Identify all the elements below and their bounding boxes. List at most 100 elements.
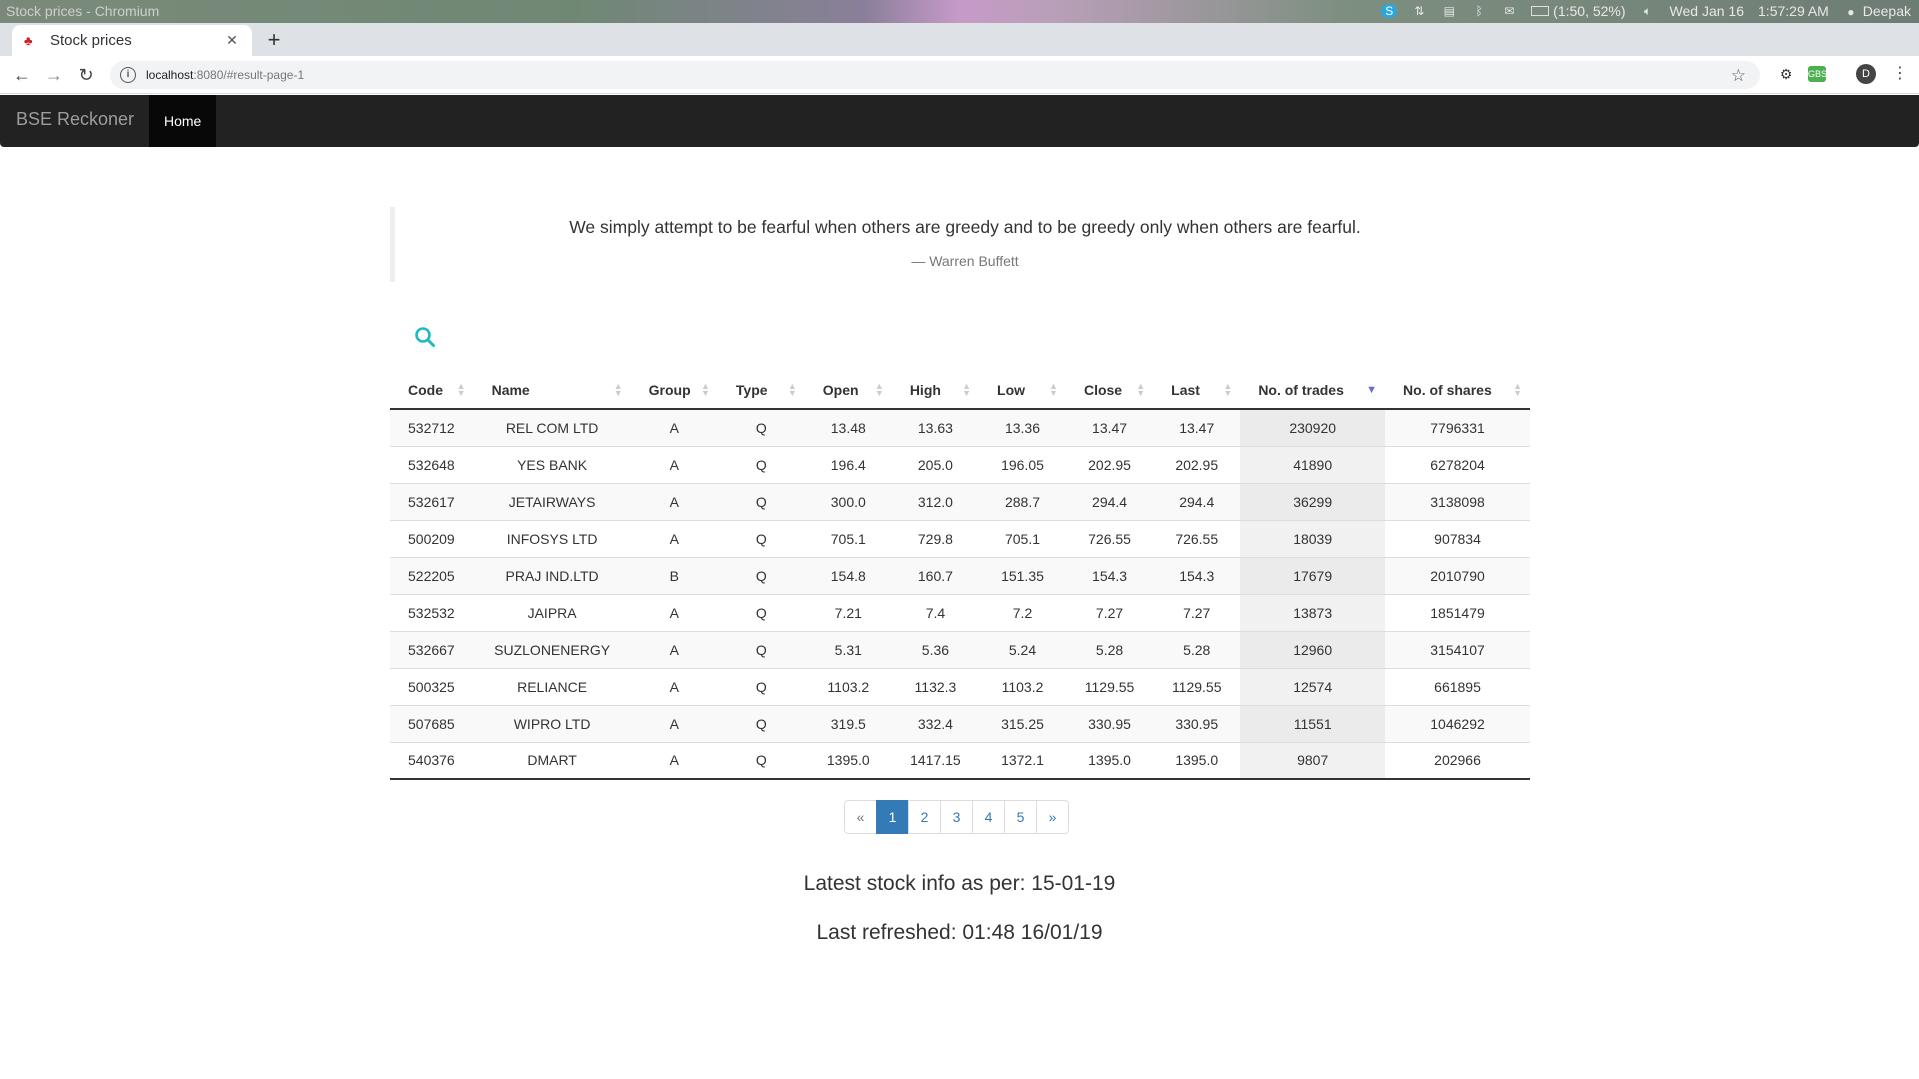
table-cell: A bbox=[630, 593, 718, 631]
column-header[interactable]: High ▲ ▼ bbox=[891, 371, 980, 410]
table-cell: 7.2 bbox=[979, 593, 1066, 631]
table-cell: 36299 bbox=[1240, 482, 1386, 520]
browser-tab[interactable]: ♣ Stock prices ✕ bbox=[12, 25, 252, 56]
network-icon[interactable]: ⇅ bbox=[1411, 4, 1427, 18]
column-header-label: Open bbox=[822, 381, 859, 398]
bookmark-star-icon[interactable]: ☆ bbox=[1731, 66, 1746, 86]
extension-icon[interactable]: ⚙ bbox=[1776, 64, 1796, 84]
column-header[interactable]: Group ▲ ▼ bbox=[630, 371, 718, 410]
table-cell: 7.27 bbox=[1065, 593, 1154, 631]
column-header-label: Close bbox=[1083, 381, 1123, 398]
column-header[interactable]: Open ▲ ▼ bbox=[804, 371, 892, 410]
column-header[interactable]: No. of trades ▼ bbox=[1240, 371, 1386, 410]
table-cell: A bbox=[630, 630, 718, 668]
table-cell: 1103.2 bbox=[804, 667, 892, 705]
table-cell: 12574 bbox=[1240, 667, 1386, 705]
table-cell: 500325 bbox=[390, 667, 474, 705]
pagination-page-2[interactable]: 2 bbox=[908, 800, 941, 834]
mail-icon[interactable]: ✉ bbox=[1501, 4, 1517, 18]
volume-icon[interactable]: 🔈︎ bbox=[1640, 4, 1656, 18]
column-header[interactable]: Type ▲ ▼ bbox=[717, 371, 805, 410]
pagination-page-3[interactable]: 3 bbox=[940, 800, 973, 834]
brand-link[interactable]: BSE Reckoner bbox=[16, 109, 134, 130]
sort-icon: ▲ ▼ bbox=[613, 381, 623, 398]
sort-icon: ▲ ▼ bbox=[700, 381, 710, 398]
clock-time[interactable]: 1:57:29 AM bbox=[1758, 3, 1829, 19]
table-cell: REL COM LTD bbox=[473, 408, 631, 446]
table-cell: 330.95 bbox=[1153, 704, 1241, 742]
table-cell: 7.4 bbox=[891, 593, 980, 631]
table-cell: 7.27 bbox=[1153, 593, 1241, 631]
gbs-extension-icon[interactable]: GBS bbox=[1808, 66, 1827, 82]
table-cell: 13.47 bbox=[1153, 408, 1241, 446]
battery-status[interactable]: (1:50, 52%) bbox=[1531, 3, 1626, 19]
pagination-page-1[interactable]: 1 bbox=[876, 800, 909, 834]
pagination-next[interactable]: » bbox=[1036, 800, 1069, 834]
sort-icon: ▲ ▼ bbox=[456, 381, 466, 398]
table-cell: 11551 bbox=[1240, 704, 1386, 742]
sort-icon: ▲ ▼ bbox=[1049, 381, 1058, 398]
sort-icon: ▲ ▼ bbox=[1513, 381, 1522, 398]
column-header-label: Low bbox=[997, 381, 1026, 398]
new-tab-button[interactable]: + bbox=[262, 29, 286, 51]
pagination-page-5[interactable]: 5 bbox=[1004, 800, 1037, 834]
table-row: 500209 INFOSYS LTD A Q 705.1 729.8 705.1 726.55… bbox=[390, 519, 1530, 557]
table-cell: YES BANK bbox=[473, 445, 631, 483]
table-cell: Q bbox=[717, 704, 805, 742]
address-bar[interactable]: i localhost:8080/#result-page-1 ☆ bbox=[110, 61, 1760, 89]
browser-menu-icon[interactable]: ⋮ bbox=[1890, 64, 1910, 84]
clock-date[interactable]: Wed Jan 16 bbox=[1670, 3, 1744, 19]
column-header[interactable]: Close ▲ ▼ bbox=[1065, 371, 1154, 410]
table-cell: 1851479 bbox=[1385, 593, 1530, 631]
user-menu[interactable]: ● Deepak bbox=[1843, 3, 1911, 19]
table-cell: Q bbox=[717, 519, 805, 557]
column-header[interactable]: Name ▲ ▼ bbox=[473, 371, 631, 410]
table-cell: A bbox=[630, 519, 718, 557]
reload-icon[interactable]: ↻ bbox=[74, 63, 98, 87]
last-refreshed: Last refreshed: 01:48 16/01/19 bbox=[816, 921, 1103, 944]
table-cell: 5.28 bbox=[1153, 630, 1241, 668]
bluetooth-icon[interactable]: ᛒ bbox=[1471, 4, 1487, 18]
table-cell: 5.31 bbox=[804, 630, 892, 668]
sort-icon: ▲ ▼ bbox=[1136, 381, 1146, 398]
skype-icon[interactable]: S bbox=[1381, 4, 1398, 18]
table-cell: 5.24 bbox=[979, 630, 1066, 668]
table-cell: 154.3 bbox=[1153, 556, 1241, 594]
table-cell: 6278204 bbox=[1385, 445, 1530, 483]
table-cell: 330.95 bbox=[1065, 704, 1154, 742]
table-cell: 9807 bbox=[1240, 741, 1386, 780]
pagination-prev[interactable]: « bbox=[844, 800, 877, 834]
info-icon[interactable]: i bbox=[120, 67, 136, 83]
table-row: 507685 WIPRO LTD A Q 319.5 332.4 315.25 330.95 3… bbox=[390, 704, 1530, 742]
table-row: 532667 SUZLONENERGY A Q 5.31 5.36 5.24 5.28 5.28… bbox=[390, 630, 1530, 668]
table-cell: 532617 bbox=[390, 482, 474, 520]
column-header[interactable]: No. of shares ▲ ▼ bbox=[1385, 371, 1530, 410]
profile-avatar[interactable]: D bbox=[1856, 64, 1876, 84]
forward-icon[interactable]: → bbox=[42, 63, 66, 87]
table-cell: 532712 bbox=[390, 408, 474, 446]
table-cell: 196.4 bbox=[804, 445, 892, 483]
column-header[interactable]: Code ▲ ▼ bbox=[390, 371, 474, 410]
quote-block: We simply attempt to be fearful when oth… bbox=[390, 207, 1530, 282]
browser-toolbar: ← → ↻ i localhost:8080/#result-page-1 ☆ … bbox=[0, 56, 1919, 94]
keyboard-icon[interactable]: ▤ bbox=[1441, 4, 1457, 18]
table-cell: 1395.0 bbox=[1065, 741, 1154, 780]
table-row: 532617 JETAIRWAYS A Q 300.0 312.0 288.7 294.4 29… bbox=[390, 482, 1530, 520]
table-cell: 13.36 bbox=[979, 408, 1066, 446]
table-cell: 1046292 bbox=[1385, 704, 1530, 742]
pagination-page-4[interactable]: 4 bbox=[972, 800, 1005, 834]
table-row: 540376 DMART A Q 1395.0 1417.15 1372.1 1395.0 13… bbox=[390, 741, 1530, 780]
table-cell: SUZLONENERGY bbox=[473, 630, 631, 668]
table-cell: 7796331 bbox=[1385, 408, 1530, 446]
table-cell: 1395.0 bbox=[804, 741, 892, 780]
column-header[interactable]: Last ▲ ▼ bbox=[1153, 371, 1241, 410]
back-icon[interactable]: ← bbox=[10, 63, 34, 87]
table-cell: PRAJ IND.LTD bbox=[473, 556, 631, 594]
table-cell: 312.0 bbox=[891, 482, 980, 520]
search-icon[interactable] bbox=[414, 326, 436, 348]
column-header[interactable]: Low ▲ ▼ bbox=[979, 371, 1066, 410]
close-icon[interactable]: ✕ bbox=[222, 32, 242, 49]
nav-home-link[interactable]: Home bbox=[149, 95, 217, 147]
table-cell: 288.7 bbox=[979, 482, 1066, 520]
sort-icon: ▲ ▼ bbox=[787, 381, 797, 398]
